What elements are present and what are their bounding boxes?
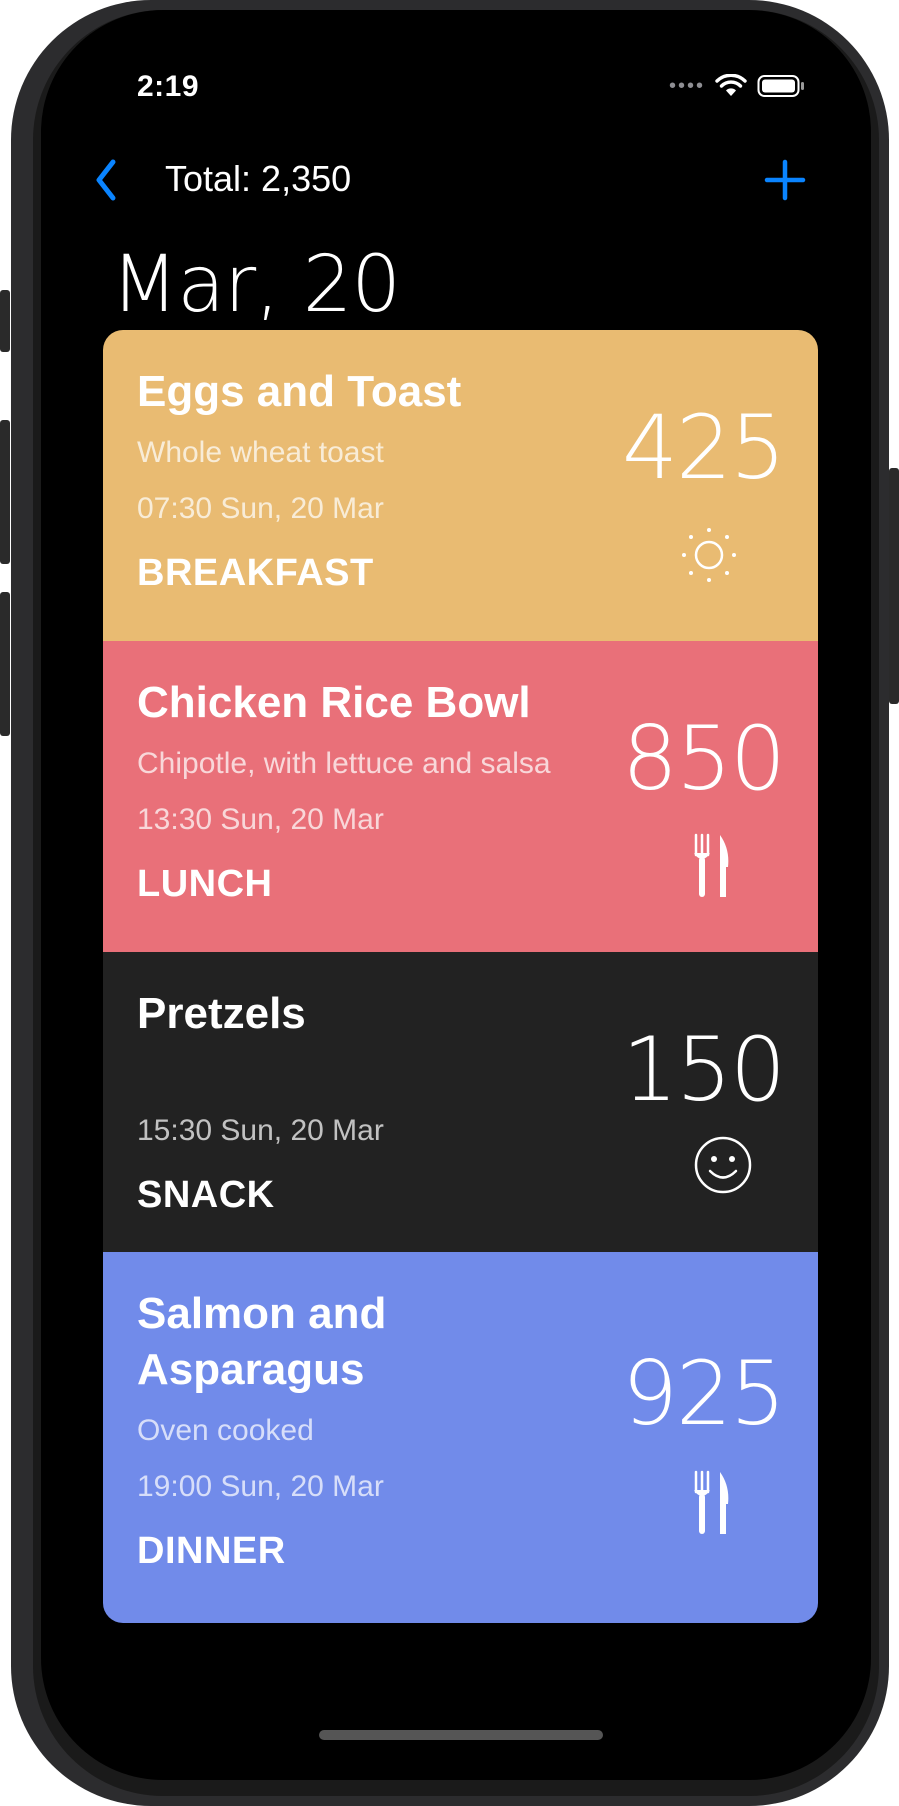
fork-knife-icon xyxy=(694,1470,729,1534)
meal-card[interactable]: Chicken Rice Bowl Chipotle, with lettuce… xyxy=(103,641,818,952)
volume-down-button xyxy=(0,592,10,736)
smiley-icon xyxy=(694,1136,752,1194)
sun-icon xyxy=(682,528,736,582)
power-button xyxy=(889,468,899,704)
meal-calories: 150 xyxy=(622,1018,786,1121)
nav-title: Total: 2,350 xyxy=(165,158,352,199)
meal-name: Pretzels xyxy=(137,989,306,1038)
battery-icon xyxy=(757,75,804,97)
meal-name: Chicken Rice Bowl xyxy=(137,678,531,727)
date-title: Mar, 20 xyxy=(111,240,401,330)
meal-name: Salmon and Asparagus xyxy=(137,1289,387,1394)
meal-calories: 925 xyxy=(622,1342,786,1445)
signal-icon: •••• xyxy=(668,74,705,97)
home-indicator[interactable] xyxy=(319,1730,603,1740)
meal-calories: 850 xyxy=(622,707,786,810)
meal-card[interactable]: Salmon and Asparagus Oven cooked 19:00 S… xyxy=(103,1252,818,1623)
navigation-bar: Total: 2,350 xyxy=(41,150,871,220)
mute-switch xyxy=(0,290,10,352)
status-time: 2:19 xyxy=(137,70,200,103)
meal-card[interactable]: Eggs and Toast Whole wheat toast 07:30 S… xyxy=(103,330,818,641)
status-indicators: •••• xyxy=(669,74,805,98)
wifi-icon xyxy=(715,74,747,96)
chevron-left-icon[interactable] xyxy=(87,150,127,210)
meal-calories: 425 xyxy=(622,396,786,499)
meal-list: Eggs and Toast Whole wheat toast 07:30 S… xyxy=(103,330,818,1623)
fork-knife-icon xyxy=(694,833,729,897)
meal-card[interactable]: Pretzels 15:30 Sun, 20 Mar SNACK 150 xyxy=(103,952,818,1252)
screen: 2:19 •••• Total: 2,350 Mar, 20 Eggs and … xyxy=(41,10,871,1780)
meal-name: Eggs and Toast xyxy=(137,367,462,416)
volume-up-button xyxy=(0,420,10,564)
plus-icon[interactable] xyxy=(755,150,815,210)
